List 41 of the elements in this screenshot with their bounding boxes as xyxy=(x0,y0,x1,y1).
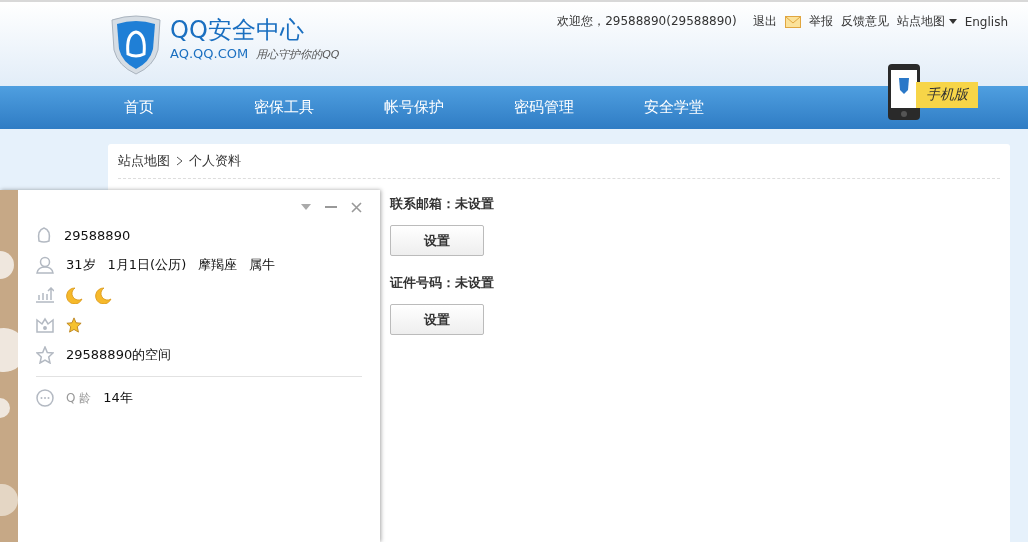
caret-icon xyxy=(948,19,957,24)
logo-domain: AQ.QQ.COM xyxy=(170,46,249,61)
q-age-label: Q 龄 xyxy=(66,389,92,407)
nav-item[interactable]: 首页 xyxy=(124,98,254,117)
crown-icon xyxy=(36,317,54,333)
welcome-text: 欢迎您，29588890(29588890) xyxy=(557,13,737,30)
dropdown-icon[interactable] xyxy=(301,204,311,210)
star-icon xyxy=(36,346,54,364)
profile-text: 1月1日(公历) xyxy=(107,256,187,274)
header-link[interactable]: 举报 xyxy=(808,13,833,30)
profile-text: 摩羯座 xyxy=(198,256,238,274)
penguin-icon xyxy=(36,226,52,244)
mobile-version-badge[interactable]: 手机版 xyxy=(888,64,978,120)
sitemap-dropdown[interactable]: 站点地图 xyxy=(896,13,957,30)
moon-icon xyxy=(95,286,112,304)
field-label: 联系邮箱：未设置 xyxy=(390,195,494,213)
breadcrumb-link[interactable]: 个人资料 xyxy=(189,152,241,170)
logo-title: QQ安全中心 xyxy=(170,15,305,46)
header-link[interactable]: 退出 xyxy=(752,13,777,30)
logo-slogan: 用心守护你的QQ xyxy=(256,47,340,62)
bar-chart-icon xyxy=(36,287,54,303)
phone-icon xyxy=(888,64,920,120)
breadcrumb-link[interactable]: 站点地图 xyxy=(118,152,170,170)
set-button[interactable]: 设置 xyxy=(390,225,484,256)
field-label: 证件号码：未设置 xyxy=(390,274,494,292)
moon-icon xyxy=(66,286,83,304)
set-button[interactable]: 设置 xyxy=(390,304,484,335)
profile-text: 29588890的空间 xyxy=(66,346,172,364)
more-icon xyxy=(36,389,54,407)
star-badge-icon xyxy=(66,317,82,333)
header-link[interactable]: English xyxy=(964,14,1008,29)
person-icon xyxy=(36,256,54,274)
chevron-icon xyxy=(176,156,183,166)
profile-text: 属牛 xyxy=(249,256,276,274)
header-link[interactable]: 反馈意见 xyxy=(840,13,889,30)
profile-text: 14年 xyxy=(103,389,133,407)
close-icon[interactable] xyxy=(351,201,362,213)
mail-icon[interactable] xyxy=(784,15,801,28)
shield-logo-icon xyxy=(108,14,164,76)
profile-text: 29588890 xyxy=(64,227,131,243)
profile-text: 31岁 xyxy=(66,256,96,274)
